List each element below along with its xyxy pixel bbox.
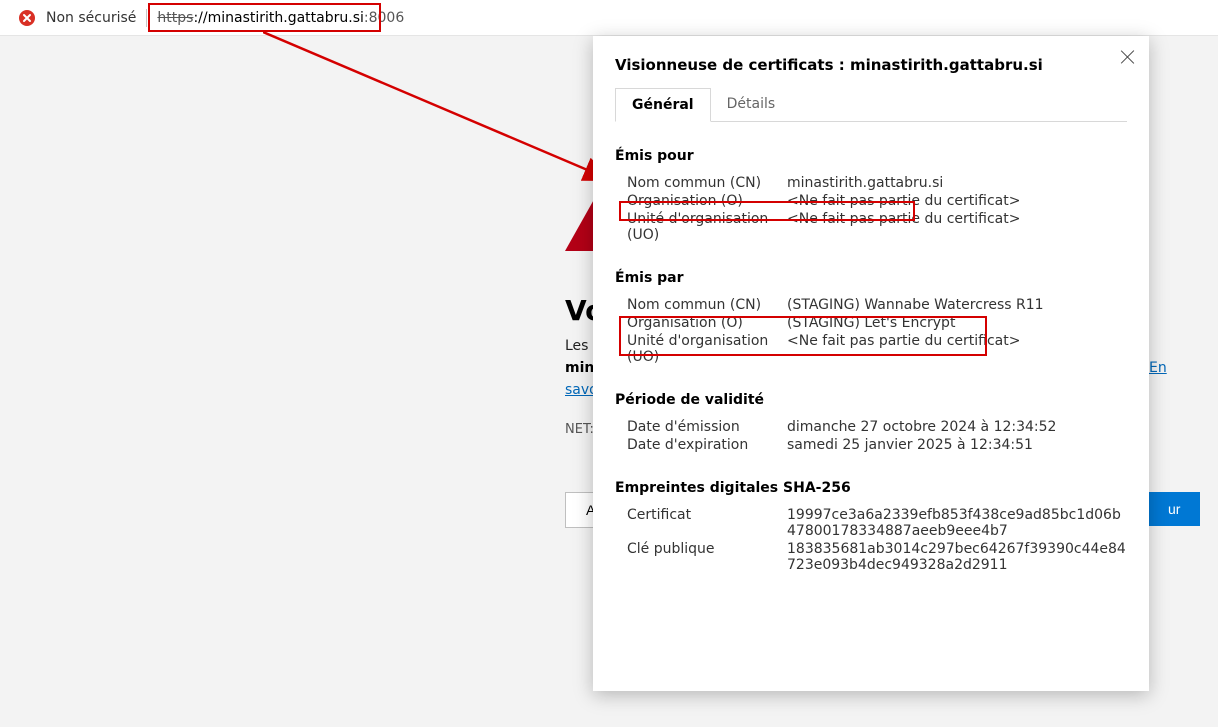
value-fp-pubkey: 183835681ab3014c297bec64267f39390c44e847…: [787, 541, 1127, 573]
value-subject-o: <Ne fait pas partie du certificat>: [787, 193, 1127, 209]
row-subject-cn: Nom commun (CN) minastirith.gattabru.si: [615, 174, 1127, 192]
label-issuer-o: Organisation (O): [627, 315, 787, 331]
heading-fingerprints: Empreintes digitales SHA-256: [615, 480, 1127, 496]
row-subject-ou: Unité d'organisation (UO) <Ne fait pas p…: [615, 210, 1127, 244]
separator: [146, 9, 147, 27]
section-fingerprints: Empreintes digitales SHA-256 Certificat …: [615, 480, 1127, 574]
row-issuer-ou: Unité d'organisation (UO) <Ne fait pas p…: [615, 332, 1127, 366]
label-expires-on: Date d'expiration: [627, 437, 787, 453]
label-fp-cert: Certificat: [627, 507, 787, 539]
value-issued-on: dimanche 27 octobre 2024 à 12:34:52: [787, 419, 1127, 435]
row-expires-on: Date d'expiration samedi 25 janvier 2025…: [615, 436, 1127, 454]
label-subject-o: Organisation (O): [627, 193, 787, 209]
certificate-viewer-dialog: Visionneuse de certificats : minastirith…: [593, 36, 1149, 691]
not-secure-icon: [18, 9, 36, 27]
label-issued-on: Date d'émission: [627, 419, 787, 435]
row-issuer-cn: Nom commun (CN) (STAGING) Wannabe Waterc…: [615, 296, 1127, 314]
value-issuer-cn: (STAGING) Wannabe Watercress R11: [787, 297, 1127, 313]
row-issued-on: Date d'émission dimanche 27 octobre 2024…: [615, 418, 1127, 436]
section-issued-by: Émis par Nom commun (CN) (STAGING) Wanna…: [615, 270, 1127, 366]
section-validity: Période de validité Date d'émission dima…: [615, 392, 1127, 454]
learn-more-link-a[interactable]: En: [1149, 360, 1167, 376]
url-host: ://minastirith.gattabru.si: [193, 10, 363, 26]
url-scheme: https: [157, 10, 193, 26]
url-field[interactable]: https://minastirith.gattabru.si:8006: [157, 10, 404, 26]
value-issuer-ou: <Ne fait pas partie du certificat>: [787, 333, 1127, 365]
tab-details[interactable]: Détails: [711, 88, 792, 121]
label-issuer-ou: Unité d'organisation (UO): [627, 333, 787, 365]
value-expires-on: samedi 25 janvier 2025 à 12:34:51: [787, 437, 1127, 453]
cert-title-prefix: Visionneuse de certificats :: [615, 56, 850, 74]
cert-dialog-title: Visionneuse de certificats : minastirith…: [615, 56, 1127, 74]
value-subject-ou: <Ne fait pas partie du certificat>: [787, 211, 1127, 243]
cert-tabs: Général Détails: [615, 88, 1127, 122]
label-subject-cn: Nom commun (CN): [627, 175, 787, 191]
row-issuer-o: Organisation (O) (STAGING) Let's Encrypt: [615, 314, 1127, 332]
label-issuer-cn: Nom commun (CN): [627, 297, 787, 313]
value-issuer-o: (STAGING) Let's Encrypt: [787, 315, 1127, 331]
heading-issued-by: Émis par: [615, 270, 1127, 286]
return-button[interactable]: ur: [1148, 492, 1200, 526]
value-subject-cn: minastirith.gattabru.si: [787, 175, 1127, 191]
security-label: Non sécurisé: [46, 10, 136, 26]
label-subject-ou: Unité d'organisation (UO): [627, 211, 787, 243]
row-subject-o: Organisation (O) <Ne fait pas partie du …: [615, 192, 1127, 210]
section-issued-to: Émis pour Nom commun (CN) minastirith.ga…: [615, 148, 1127, 244]
close-icon[interactable]: [1119, 48, 1137, 66]
row-fp-pubkey: Clé publique 183835681ab3014c297bec64267…: [615, 540, 1127, 574]
heading-issued-to: Émis pour: [615, 148, 1127, 164]
heading-validity: Période de validité: [615, 392, 1127, 408]
cert-title-host: minastirith.gattabru.si: [850, 56, 1043, 74]
tab-general[interactable]: Général: [615, 88, 711, 122]
row-fp-cert: Certificat 19997ce3a6a2339efb853f438ce9a…: [615, 506, 1127, 540]
url-port: :8006: [364, 10, 404, 26]
value-fp-cert: 19997ce3a6a2339efb853f438ce9ad85bc1d06b4…: [787, 507, 1127, 539]
address-bar: Non sécurisé https://minastirith.gattabr…: [0, 0, 1218, 36]
label-fp-pubkey: Clé publique: [627, 541, 787, 573]
